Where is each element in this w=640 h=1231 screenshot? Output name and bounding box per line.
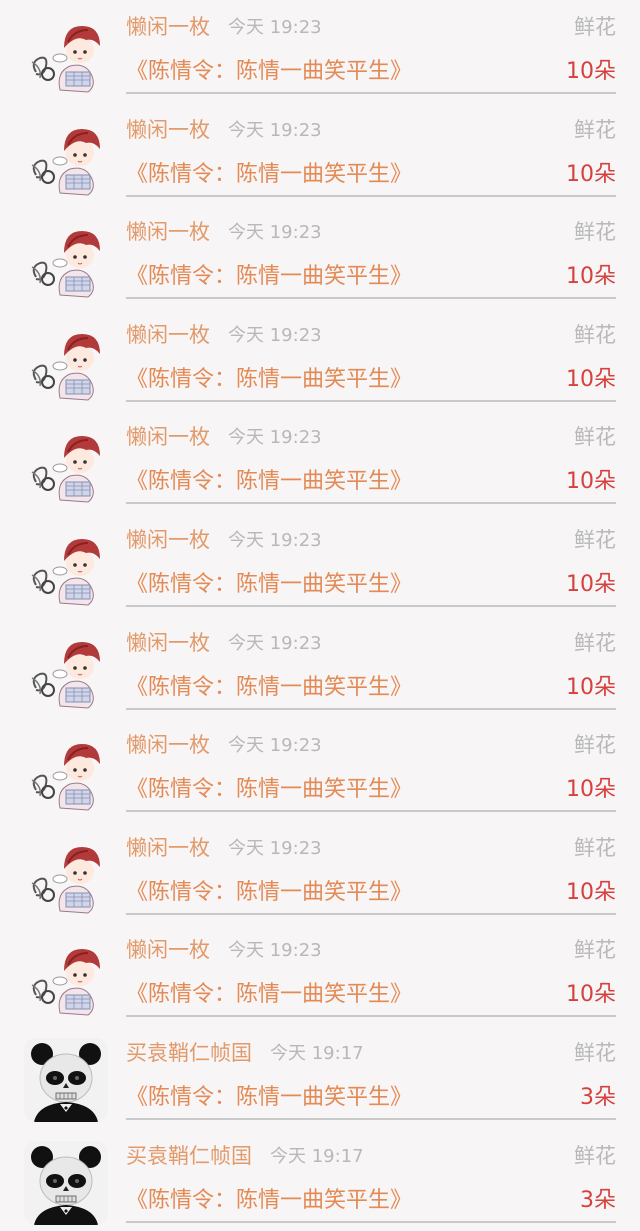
gift-count: 3朵 — [580, 1187, 616, 1213]
username[interactable]: 懒闲一枚 — [126, 628, 210, 658]
gift-type: 鲜花 — [574, 15, 616, 39]
gift-record-row[interactable]: 懒闲一枚 今天 19:23 鲜花 《陈情令：陈情一曲笑平生》 10朵 — [0, 103, 640, 206]
timestamp: 今天 19:23 — [228, 324, 322, 346]
gift-type: 鲜花 — [574, 425, 616, 450]
username[interactable]: 懒闲一枚 — [126, 935, 210, 965]
chibi-avatar-icon[interactable] — [24, 422, 108, 507]
book-title[interactable]: 《陈情令：陈情一曲笑平生》 — [126, 159, 412, 191]
timestamp: 今天 19:23 — [228, 940, 322, 962]
gift-record-content: 懒闲一枚 今天 19:23 鲜花 《陈情令：陈情一曲笑平生》 10朵 — [126, 616, 616, 710]
gift-type: 鲜花 — [574, 1143, 616, 1168]
timestamp: 今天 19:17 — [270, 1042, 364, 1064]
gift-count: 10朵 — [566, 161, 616, 187]
book-title[interactable]: 《陈情令：陈情一曲笑平生》 — [126, 774, 412, 806]
timestamp: 今天 19:17 — [270, 1145, 364, 1167]
gift-record-content: 懒闲一枚 今天 19:23 鲜花 《陈情令：陈情一曲笑平生》 10朵 — [126, 205, 616, 300]
timestamp: 今天 19:23 — [228, 735, 322, 757]
gift-count: 10朵 — [566, 879, 616, 905]
username[interactable]: 懒闲一枚 — [126, 217, 210, 247]
gift-feed-list: 懒闲一枚 今天 19:23 鲜花 《陈情令：陈情一曲笑平生》 10朵 懒闲一枚 … — [0, 0, 640, 1231]
gift-record-row[interactable]: 买袁鞘仁帧国 今天 19:17 鲜花 《陈情令：陈情一曲笑平生》 3朵 — [0, 1026, 640, 1129]
username[interactable]: 懒闲一枚 — [126, 833, 210, 863]
gift-count: 10朵 — [566, 59, 616, 84]
gift-record-row[interactable]: 懒闲一枚 今天 19:23 鲜花 《陈情令：陈情一曲笑平生》 10朵 — [0, 616, 640, 719]
gift-count: 10朵 — [566, 366, 616, 392]
username[interactable]: 懒闲一枚 — [126, 730, 210, 760]
gift-record-content: 懒闲一枚 今天 19:23 鲜花 《陈情令：陈情一曲笑平生》 10朵 — [126, 0, 616, 94]
timestamp: 今天 19:23 — [228, 632, 322, 654]
chibi-avatar-icon[interactable] — [24, 627, 108, 712]
panda-skull-avatar-icon[interactable] — [24, 1140, 108, 1225]
username[interactable]: 买袁鞘仁帧国 — [126, 1141, 252, 1171]
chibi-avatar-icon[interactable] — [24, 935, 108, 1020]
gift-count: 10朵 — [566, 982, 616, 1008]
gift-type: 鲜花 — [574, 733, 616, 758]
gift-type: 鲜花 — [574, 1040, 616, 1065]
username[interactable]: 懒闲一枚 — [126, 12, 210, 42]
gift-record-content: 懒闲一枚 今天 19:23 鲜花 《陈情令：陈情一曲笑平生》 10朵 — [126, 410, 616, 505]
gift-record-row[interactable]: 懒闲一枚 今天 19:23 鲜花 《陈情令：陈情一曲笑平生》 10朵 — [0, 923, 640, 1026]
timestamp: 今天 19:23 — [228, 529, 322, 551]
gift-count: 10朵 — [566, 264, 616, 290]
timestamp: 今天 19:23 — [228, 119, 322, 141]
gift-record-row[interactable]: 懒闲一枚 今天 19:23 鲜花 《陈情令：陈情一曲笑平生》 10朵 — [0, 308, 640, 411]
book-title[interactable]: 《陈情令：陈情一曲笑平生》 — [126, 672, 412, 704]
chibi-avatar-icon[interactable] — [24, 12, 108, 96]
username[interactable]: 懒闲一枚 — [126, 525, 210, 555]
timestamp: 今天 19:23 — [228, 17, 322, 38]
gift-type: 鲜花 — [574, 322, 616, 347]
gift-type: 鲜花 — [574, 630, 616, 655]
gift-type: 鲜花 — [574, 938, 616, 963]
book-title[interactable]: 《陈情令：陈情一曲笑平生》 — [126, 466, 412, 498]
gift-record-row[interactable]: 懒闲一枚 今天 19:23 鲜花 《陈情令：陈情一曲笑平生》 10朵 — [0, 0, 640, 103]
gift-record-content: 懒闲一枚 今天 19:23 鲜花 《陈情令：陈情一曲笑平生》 10朵 — [126, 513, 616, 607]
chibi-avatar-icon[interactable] — [24, 319, 108, 404]
book-title[interactable]: 《陈情令：陈情一曲笑平生》 — [126, 1185, 412, 1217]
gift-record-content: 懒闲一枚 今天 19:23 鲜花 《陈情令：陈情一曲笑平生》 10朵 — [126, 718, 616, 813]
username[interactable]: 买袁鞘仁帧国 — [126, 1038, 252, 1068]
book-title[interactable]: 《陈情令：陈情一曲笑平生》 — [126, 56, 412, 88]
book-title[interactable]: 《陈情令：陈情一曲笑平生》 — [126, 261, 412, 293]
gift-count: 10朵 — [566, 777, 616, 803]
book-title[interactable]: 《陈情令：陈情一曲笑平生》 — [126, 877, 412, 909]
book-title[interactable]: 《陈情令：陈情一曲笑平生》 — [126, 979, 412, 1011]
username[interactable]: 懒闲一枚 — [126, 115, 210, 145]
gift-count: 10朵 — [566, 571, 616, 597]
gift-record-row[interactable]: 懒闲一枚 今天 19:23 鲜花 《陈情令：陈情一曲笑平生》 10朵 — [0, 205, 640, 308]
book-title[interactable]: 《陈情令：陈情一曲笑平生》 — [126, 1082, 412, 1114]
gift-record-content: 懒闲一枚 今天 19:23 鲜花 《陈情令：陈情一曲笑平生》 10朵 — [126, 923, 616, 1018]
gift-record-content: 买袁鞘仁帧国 今天 19:17 鲜花 《陈情令：陈情一曲笑平生》 3朵 — [126, 1026, 616, 1120]
book-title[interactable]: 《陈情令：陈情一曲笑平生》 — [126, 364, 412, 396]
book-title[interactable]: 《陈情令：陈情一曲笑平生》 — [126, 569, 412, 601]
gift-type: 鲜花 — [574, 117, 616, 142]
gift-record-content: 懒闲一枚 今天 19:23 鲜花 《陈情令：陈情一曲笑平生》 10朵 — [126, 308, 616, 402]
gift-count: 10朵 — [566, 469, 616, 495]
panda-skull-avatar-icon[interactable] — [24, 1037, 108, 1122]
gift-record-row[interactable]: 懒闲一枚 今天 19:23 鲜花 《陈情令：陈情一曲笑平生》 10朵 — [0, 821, 640, 924]
chibi-avatar-icon[interactable] — [24, 832, 108, 917]
gift-record-row[interactable]: 懒闲一枚 今天 19:23 鲜花 《陈情令：陈情一曲笑平生》 10朵 — [0, 513, 640, 616]
username[interactable]: 懒闲一枚 — [126, 422, 210, 452]
gift-type: 鲜花 — [574, 220, 616, 245]
gift-count: 3朵 — [580, 1084, 616, 1110]
gift-count: 10朵 — [566, 674, 616, 700]
chibi-avatar-icon[interactable] — [24, 730, 108, 815]
chibi-avatar-icon[interactable] — [24, 217, 108, 302]
chibi-avatar-icon[interactable] — [24, 114, 108, 199]
timestamp: 今天 19:23 — [228, 837, 322, 859]
gift-record-content: 懒闲一枚 今天 19:23 鲜花 《陈情令：陈情一曲笑平生》 10朵 — [126, 821, 616, 915]
timestamp: 今天 19:23 — [228, 222, 322, 244]
username[interactable]: 懒闲一枚 — [126, 320, 210, 350]
gift-record-content: 买袁鞘仁帧国 今天 19:17 鲜花 《陈情令：陈情一曲笑平生》 3朵 — [126, 1129, 616, 1223]
chibi-avatar-icon[interactable] — [24, 524, 108, 609]
gift-record-row[interactable]: 懒闲一枚 今天 19:23 鲜花 《陈情令：陈情一曲笑平生》 10朵 — [0, 718, 640, 821]
gift-type: 鲜花 — [574, 527, 616, 552]
gift-record-content: 懒闲一枚 今天 19:23 鲜花 《陈情令：陈情一曲笑平生》 10朵 — [126, 103, 616, 197]
gift-record-row[interactable]: 买袁鞘仁帧国 今天 19:17 鲜花 《陈情令：陈情一曲笑平生》 3朵 — [0, 1129, 640, 1231]
timestamp: 今天 19:23 — [228, 427, 322, 449]
gift-record-row[interactable]: 懒闲一枚 今天 19:23 鲜花 《陈情令：陈情一曲笑平生》 10朵 — [0, 410, 640, 513]
gift-type: 鲜花 — [574, 835, 616, 860]
